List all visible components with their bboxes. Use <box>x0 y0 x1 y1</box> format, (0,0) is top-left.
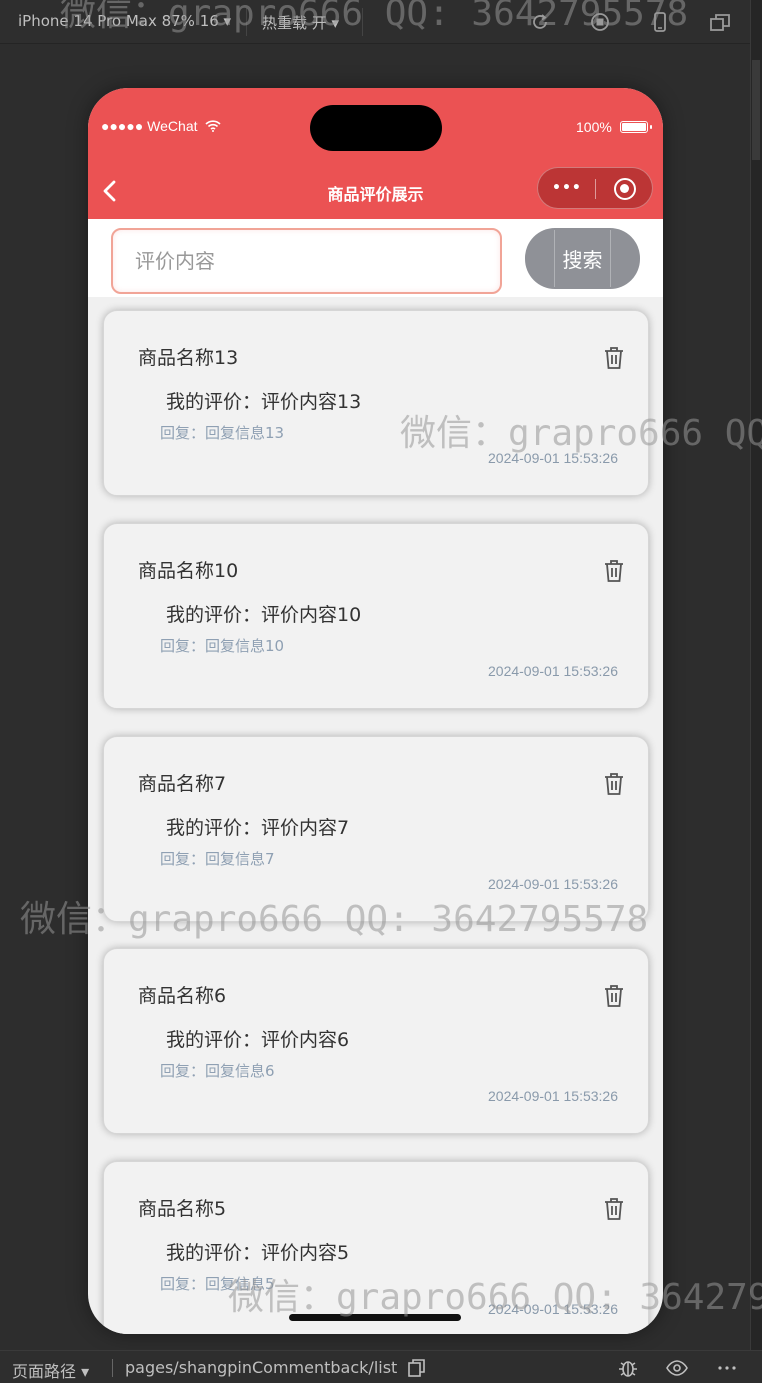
more-icon[interactable] <box>716 1357 738 1379</box>
nav-bar: 商品评价展示 ••• <box>88 162 663 219</box>
battery-icon <box>620 121 652 133</box>
comment-card[interactable]: 商品名称7 我的评价：评价内容7 回复：回复信息7 2024-09-01 15:… <box>103 736 649 922</box>
reply-text: 回复：回复信息5 <box>160 1275 275 1293</box>
ide-toolbar: iPhone 14 Pro Max 87% 16 ▾ 热重载 开 ▾ <box>0 0 762 44</box>
status-divider <box>112 1359 113 1377</box>
timestamp: 2024-09-01 15:53:26 <box>488 1088 618 1104</box>
timestamp: 2024-09-01 15:53:26 <box>488 450 618 466</box>
close-miniprogram-icon[interactable] <box>614 178 636 200</box>
toolbar-divider <box>246 8 247 36</box>
toolbar-divider <box>362 8 363 36</box>
product-name: 商品名称6 <box>138 985 227 1007</box>
battery-percent: 100% <box>576 119 612 135</box>
more-options-icon[interactable]: ••• <box>552 180 582 196</box>
comment-card[interactable]: 商品名称6 我的评价：评价内容6 回复：回复信息6 2024-09-01 15:… <box>103 948 649 1134</box>
comment-card[interactable]: 商品名称13 我的评价：评价内容13 回复：回复信息13 2024-09-01 … <box>103 310 649 496</box>
detach-window-icon[interactable] <box>709 11 731 33</box>
reply-text: 回复：回复信息13 <box>160 424 285 442</box>
trash-icon[interactable] <box>602 771 626 797</box>
product-name: 商品名称13 <box>138 347 239 369</box>
refresh-icon[interactable] <box>529 11 551 33</box>
timestamp: 2024-09-01 15:53:26 <box>488 663 618 679</box>
my-comment: 我的评价：评价内容7 <box>166 817 350 839</box>
product-name: 商品名称5 <box>138 1198 227 1220</box>
hot-reload-toggle[interactable]: 热重载 开 ▾ <box>262 12 339 33</box>
capsule-divider <box>595 179 596 199</box>
scrollbar-track[interactable] <box>750 0 762 1383</box>
stop-icon[interactable] <box>589 11 611 33</box>
copy-icon[interactable] <box>406 1357 428 1379</box>
trash-icon[interactable] <box>602 983 626 1009</box>
phone-simulator: ●●●●● WeChat 100% 商品评价展示 ••• 搜索 商品名称13 我… <box>88 88 663 1334</box>
page-path-selector[interactable]: 页面路径 ▾ <box>12 1358 89 1382</box>
search-input[interactable] <box>111 228 502 294</box>
device-selector[interactable]: iPhone 14 Pro Max 87% 16 ▾ <box>18 12 231 30</box>
trash-icon[interactable] <box>602 345 626 371</box>
comment-list[interactable]: 商品名称13 我的评价：评价内容13 回复：回复信息13 2024-09-01 … <box>88 297 663 1334</box>
reply-text: 回复：回复信息6 <box>160 1062 275 1080</box>
mini-program-capsule: ••• <box>537 167 653 209</box>
trash-icon[interactable] <box>602 558 626 584</box>
comment-card[interactable]: 商品名称10 我的评价：评价内容10 回复：回复信息10 2024-09-01 … <box>103 523 649 709</box>
comment-card[interactable]: 商品名称5 我的评价：评价内容5 回复：回复信息5 2024-09-01 15:… <box>103 1161 649 1334</box>
status-bar: ●●●●● WeChat 100% <box>88 88 663 162</box>
scrollbar-thumb[interactable] <box>752 60 760 160</box>
wifi-icon <box>205 120 221 132</box>
trash-icon[interactable] <box>602 1196 626 1222</box>
my-comment: 我的评价：评价内容13 <box>166 391 362 413</box>
my-comment: 我的评价：评价内容10 <box>166 604 362 626</box>
timestamp: 2024-09-01 15:53:26 <box>488 876 618 892</box>
page-path: pages/shangpinCommentback/list <box>125 1358 398 1377</box>
my-comment: 我的评价：评价内容5 <box>166 1242 350 1264</box>
dynamic-island <box>310 105 442 151</box>
reply-text: 回复：回复信息7 <box>160 850 275 868</box>
search-bar: 搜索 <box>88 219 663 297</box>
debug-icon[interactable] <box>617 1357 639 1379</box>
product-name: 商品名称7 <box>138 773 227 795</box>
product-name: 商品名称10 <box>138 560 239 582</box>
carrier-label: ●●●●● WeChat <box>101 118 198 134</box>
reply-text: 回复：回复信息10 <box>160 637 285 655</box>
ide-status-bar: 页面路径 ▾ pages/shangpinCommentback/list <box>0 1350 762 1383</box>
eye-icon[interactable] <box>666 1357 688 1379</box>
phone-preview-icon[interactable] <box>649 11 671 33</box>
home-indicator[interactable] <box>289 1314 461 1321</box>
search-button[interactable]: 搜索 <box>525 228 640 289</box>
my-comment: 我的评价：评价内容6 <box>166 1029 350 1051</box>
timestamp: 2024-09-01 15:53:26 <box>488 1301 618 1317</box>
